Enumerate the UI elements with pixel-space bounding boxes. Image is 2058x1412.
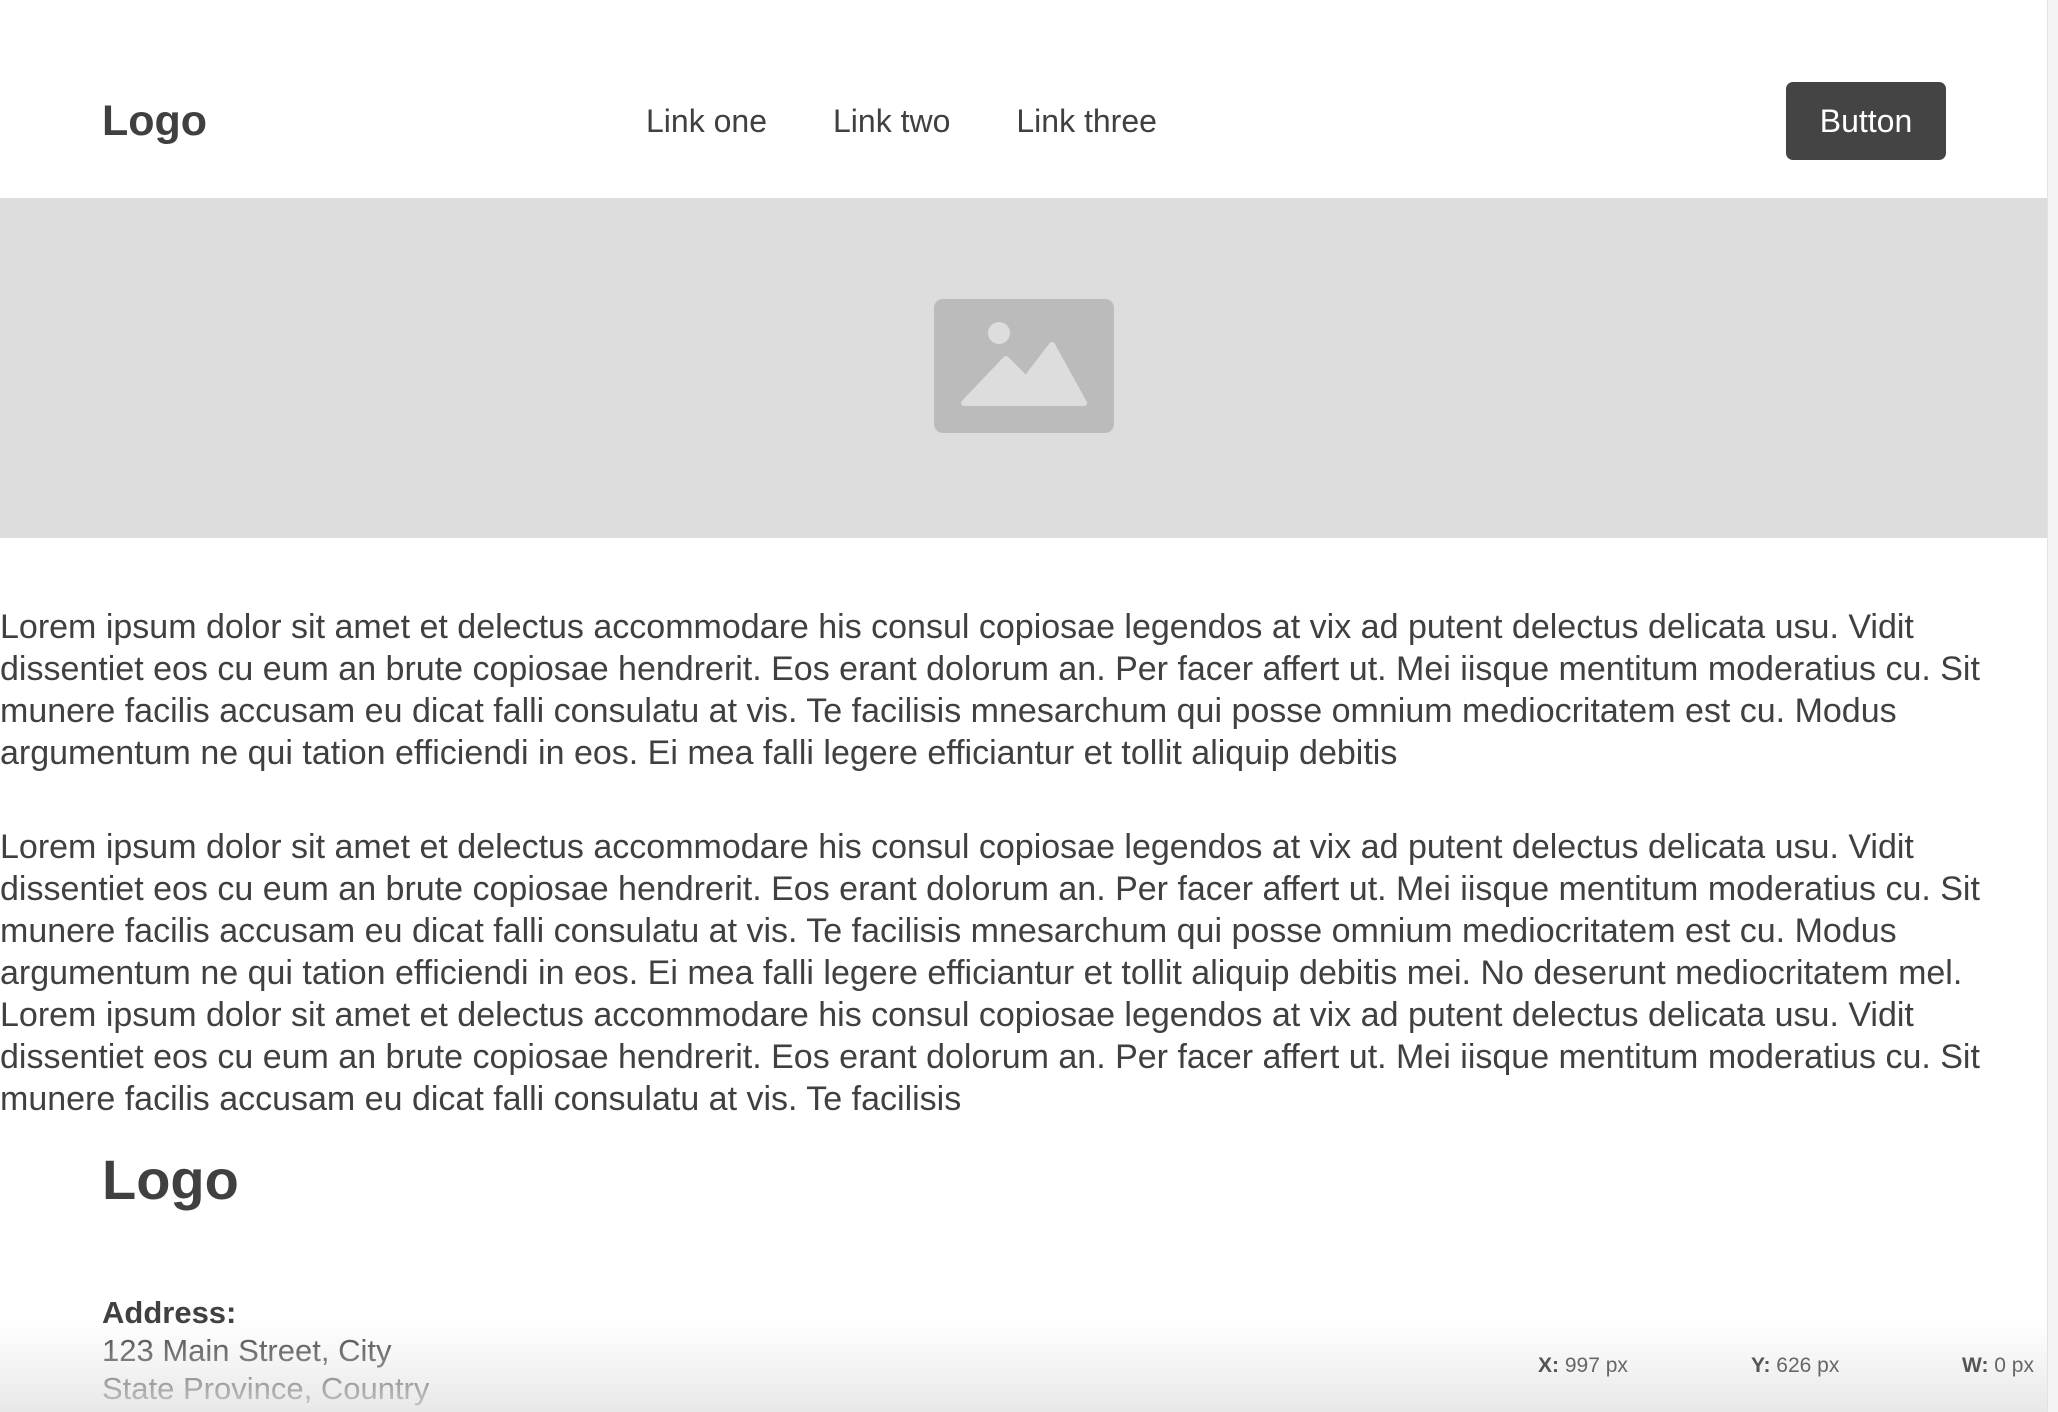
inspector-w-label: W:: [1962, 1354, 1989, 1377]
nav-link-one[interactable]: Link one: [646, 102, 767, 140]
address-label: Address:: [102, 1295, 237, 1330]
nav-link-three[interactable]: Link three: [1016, 102, 1157, 140]
paragraph-2: Lorem ipsum dolor sit amet et delectus a…: [0, 828, 1980, 1118]
navbar: Logo Link one Link two Link three Button: [0, 0, 2047, 198]
inspector-y-value: 626 px: [1776, 1354, 1840, 1377]
footer-address: Address: 123 Main Street, City State Pro…: [102, 1294, 429, 1408]
nav-button[interactable]: Button: [1786, 82, 1946, 160]
image-placeholder-icon: [934, 299, 1114, 433]
inspector-x-readout: X: 997 px: [1538, 1352, 1628, 1380]
inspector-x-value: 997 px: [1564, 1354, 1628, 1377]
address-line-2: State Province, Country: [102, 1371, 430, 1406]
scrollbar[interactable]: [2047, 0, 2058, 1412]
paragraph-1: Lorem ipsum dolor sit amet et delectus a…: [0, 608, 1980, 772]
nav-link-two[interactable]: Link two: [833, 102, 950, 140]
main-content: Lorem ipsum dolor sit amet et delectus a…: [0, 606, 2040, 1120]
inspector-y-readout: Y: 626 px: [1751, 1352, 1839, 1380]
nav-links: Link one Link two Link three: [646, 102, 1157, 140]
footer-logo[interactable]: Logo: [102, 1148, 239, 1212]
hero-image-placeholder: [0, 198, 2047, 538]
address-line-1: 123 Main Street, City: [102, 1333, 392, 1368]
inspector-w-readout: W: 0 px: [1962, 1352, 2034, 1380]
inspector-w-value: 0 px: [1994, 1354, 2034, 1377]
inspector-y-label: Y:: [1751, 1354, 1771, 1377]
inspector-x-label: X:: [1538, 1354, 1559, 1377]
nav-logo[interactable]: Logo: [102, 96, 207, 146]
